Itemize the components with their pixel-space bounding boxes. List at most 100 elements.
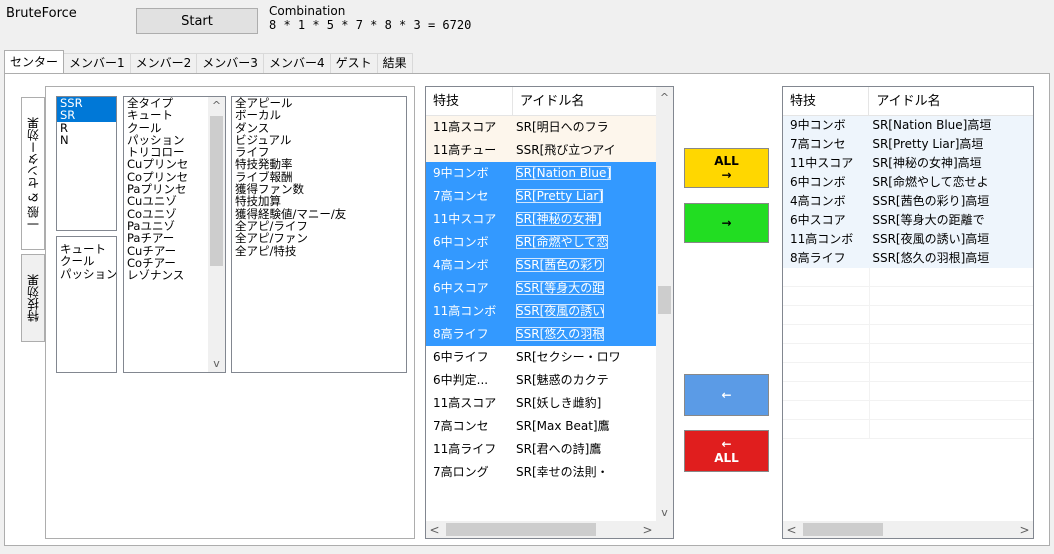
list-item[interactable]: キュート — [124, 109, 207, 121]
list-item[interactable]: 特技加算 — [232, 195, 406, 207]
table-row[interactable]: 4高コンボ SSR[茜色の彩り]高垣 — [783, 192, 1033, 211]
col-idol-header[interactable]: アイドル名 — [869, 87, 1033, 115]
list-item[interactable]: Cuプリンセ — [124, 158, 207, 170]
table-row[interactable]: 7高コンセ SR[Pretty Liar]高垣 — [783, 135, 1033, 154]
list-item[interactable]: ダンス — [232, 122, 406, 134]
list-item[interactable]: Coプリンセ — [124, 171, 207, 183]
rarity-listbox[interactable]: SSR SR R N — [56, 96, 117, 231]
table-row[interactable]: 11高スコア SR[明日へのフラ — [426, 116, 673, 139]
table-row[interactable]: 7高コンセ SR[Pretty Liar] — [426, 185, 673, 208]
list-item[interactable]: ボーカル — [232, 109, 406, 121]
tab-center[interactable]: センター — [4, 50, 65, 73]
tab-member-3[interactable]: メンバー3 — [196, 53, 264, 73]
candidate-vscroll[interactable]: ^ v — [656, 87, 673, 521]
list-item[interactable]: Paユニゾ — [124, 220, 207, 232]
list-item[interactable]: Paプリンセ — [124, 183, 207, 195]
scroll-thumb[interactable] — [658, 286, 671, 314]
list-item[interactable]: 全アピ/特技 — [232, 245, 406, 257]
scroll-up-icon[interactable]: ^ — [208, 97, 225, 114]
skill-type-scrollbar[interactable]: ^ v — [208, 97, 225, 372]
list-item[interactable]: Cuユニゾ — [124, 195, 207, 207]
table-row[interactable]: 11高ライフ SR[君への詩]鷹 — [426, 438, 673, 461]
tab-member-1[interactable]: メンバー1 — [63, 53, 131, 73]
scroll-down-icon[interactable]: v — [208, 355, 225, 372]
scroll-left-icon[interactable]: < — [426, 521, 443, 538]
table-row[interactable]: 6中スコア SSR[等身大の距 — [426, 277, 673, 300]
col-idol-header[interactable]: アイドル名 — [513, 87, 657, 115]
scroll-left-icon[interactable]: < — [783, 521, 800, 538]
list-item[interactable]: 獲得ファン数 — [232, 183, 406, 195]
table-row[interactable]: 9中コンボ SR[Nation Blue]高垣 — [783, 116, 1033, 135]
scroll-down-icon[interactable]: v — [656, 504, 673, 521]
list-item[interactable]: Paチアー — [124, 232, 207, 244]
appeal-listbox[interactable]: 全アピール ボーカル ダンス ビジュアル ライフ 特技発動率 ライブ報酬 獲得ファン数 特技加算… — [231, 96, 407, 373]
list-item[interactable]: トリコロー — [124, 146, 207, 158]
table-row[interactable]: 7高ロング SR[幸せの法則・ — [426, 461, 673, 484]
list-item[interactable]: Coユニゾ — [124, 208, 207, 220]
list-item[interactable]: 全アピ/ファン — [232, 232, 406, 244]
scroll-thumb[interactable] — [210, 116, 223, 266]
list-item[interactable]: キュート — [57, 243, 116, 255]
tab-member-4[interactable]: メンバー4 — [262, 53, 331, 73]
combination-label: Combination — [269, 4, 346, 18]
scroll-thumb[interactable] — [446, 523, 596, 536]
table-row[interactable]: 11高スコア SR[妖しき雌豹] — [426, 392, 673, 415]
list-item[interactable]: Coチアー — [124, 257, 207, 269]
list-item[interactable]: N — [57, 134, 116, 146]
list-item[interactable]: 特技発動率 — [232, 158, 406, 170]
tab-result[interactable]: 結果 — [376, 53, 413, 73]
list-item[interactable]: ライフ — [232, 146, 406, 158]
list-item[interactable]: SSR — [57, 97, 116, 110]
table-row[interactable]: 11高コンボ SSR[夜風の誘い]高垣 — [783, 230, 1033, 249]
table-row[interactable]: 4高コンボ SSR[茜色の彩り — [426, 254, 673, 277]
table-row[interactable]: 7高コンセ SR[Max Beat]鷹 — [426, 415, 673, 438]
col-skill-header[interactable]: 特技 — [783, 87, 870, 115]
list-item[interactable]: ライブ報酬 — [232, 171, 406, 183]
remove-all-button[interactable]: ← ALL — [684, 430, 769, 472]
list-item[interactable]: 全アピ/ライフ — [232, 220, 406, 232]
table-row[interactable]: 6中スコア SSR[等身大の距離で — [783, 211, 1033, 230]
list-item[interactable]: クール — [57, 255, 116, 267]
table-row[interactable]: 11中スコア SR[神秘の女神] — [426, 208, 673, 231]
table-row[interactable]: 11高コンボ SSR[夜風の誘い — [426, 300, 673, 323]
candidate-hscroll[interactable]: < > — [426, 521, 673, 538]
list-item[interactable]: パッション — [124, 134, 207, 146]
scroll-thumb[interactable] — [803, 523, 883, 536]
list-item[interactable]: SR — [57, 109, 116, 122]
col-skill-header[interactable]: 特技 — [426, 87, 513, 115]
list-item[interactable]: 獲得経験値/マニー/友 — [232, 208, 406, 220]
table-row[interactable]: 6中判定... SR[魅惑のカクテ — [426, 369, 673, 392]
type-listbox[interactable]: キュート クール パッション — [56, 236, 117, 373]
table-row[interactable]: 6中コンボ SR[命燃やして恋 — [426, 231, 673, 254]
list-item[interactable]: クール — [124, 122, 207, 134]
list-item[interactable]: パッション — [57, 268, 116, 280]
table-row[interactable]: 6中ライフ SR[セクシー・ロワ — [426, 346, 673, 369]
vtab-skill-effect[interactable]: 特技効果 — [21, 254, 45, 342]
list-item[interactable]: レゾナンス — [124, 269, 207, 281]
list-item[interactable]: ビジュアル — [232, 134, 406, 146]
scroll-right-icon[interactable]: > — [639, 521, 656, 538]
scroll-right-icon[interactable]: > — [1016, 521, 1033, 538]
list-item[interactable]: 全アピール — [232, 97, 406, 109]
scroll-up-icon[interactable]: ^ — [656, 89, 673, 106]
list-item[interactable]: Cuチアー — [124, 245, 207, 257]
add-selected-button[interactable]: → — [684, 203, 769, 243]
skill-type-listbox[interactable]: 全タイプ キュート クール パッション トリコロー Cuプリンセ Coプリンセ Paプリンセ C… — [123, 96, 226, 373]
table-row[interactable]: 11中スコア SR[神秘の女神]高垣 — [783, 154, 1033, 173]
vtab-general-center-effect[interactable]: 一般 & センター効果 — [21, 97, 45, 250]
add-all-button[interactable]: ALL → — [684, 148, 769, 188]
remove-selected-button[interactable]: ← — [684, 374, 769, 416]
selected-listview[interactable]: 特技 アイドル名 9中コンボ SR[Nation Blue]高垣 7高コンセ SR[P… — [782, 86, 1034, 539]
list-item[interactable]: 全タイプ — [124, 97, 207, 109]
tab-member-2[interactable]: メンバー2 — [129, 53, 198, 73]
list-item[interactable]: R — [57, 122, 116, 134]
table-row[interactable]: 8高ライフ SSR[悠久の羽根 — [426, 323, 673, 346]
tab-guest[interactable]: ゲスト — [329, 53, 378, 73]
table-row[interactable]: 9中コンボ SR[Nation Blue] — [426, 162, 673, 185]
table-row[interactable]: 8高ライフ SSR[悠久の羽根]高垣 — [783, 249, 1033, 268]
start-button[interactable]: Start — [136, 8, 258, 34]
table-row[interactable]: 6中コンボ SR[命燃やして恋せよ — [783, 173, 1033, 192]
table-row[interactable]: 11高チュー SSR[飛び立つアイ — [426, 139, 673, 162]
candidate-listview[interactable]: 特技 アイドル名 11高スコア SR[明日へのフラ 11高チュー SSR[飛び立つアイ… — [425, 86, 674, 539]
selected-hscroll[interactable]: < > — [783, 521, 1033, 538]
